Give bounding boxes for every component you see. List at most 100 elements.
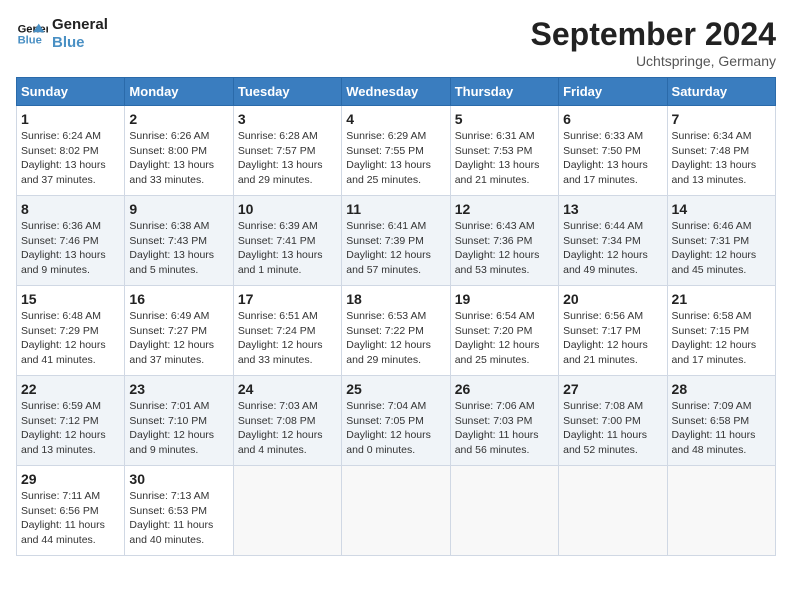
day-number: 14 [672,201,771,217]
day-cell [667,466,775,556]
logo-general: General [52,16,108,34]
header-row: SundayMondayTuesdayWednesdayThursdayFrid… [17,78,776,106]
day-info: Sunrise: 6:38 AMSunset: 7:43 PMDaylight:… [129,219,228,278]
day-number: 20 [563,291,662,307]
day-number: 10 [238,201,337,217]
day-number: 4 [346,111,445,127]
day-cell: 10 Sunrise: 6:39 AMSunset: 7:41 PMDaylig… [233,196,341,286]
day-info: Sunrise: 6:29 AMSunset: 7:55 PMDaylight:… [346,129,445,188]
day-cell: 24 Sunrise: 7:03 AMSunset: 7:08 PMDaylig… [233,376,341,466]
month-title: September 2024 [531,16,776,53]
day-info: Sunrise: 6:31 AMSunset: 7:53 PMDaylight:… [455,129,554,188]
day-info: Sunrise: 7:01 AMSunset: 7:10 PMDaylight:… [129,399,228,458]
day-info: Sunrise: 6:28 AMSunset: 7:57 PMDaylight:… [238,129,337,188]
day-info: Sunrise: 6:39 AMSunset: 7:41 PMDaylight:… [238,219,337,278]
day-number: 3 [238,111,337,127]
day-cell: 30 Sunrise: 7:13 AMSunset: 6:53 PMDaylig… [125,466,233,556]
day-cell: 11 Sunrise: 6:41 AMSunset: 7:39 PMDaylig… [342,196,450,286]
day-number: 16 [129,291,228,307]
day-cell: 9 Sunrise: 6:38 AMSunset: 7:43 PMDayligh… [125,196,233,286]
location: Uchtspringe, Germany [531,53,776,69]
svg-text:Blue: Blue [18,35,42,47]
day-info: Sunrise: 7:08 AMSunset: 7:00 PMDaylight:… [563,399,662,458]
day-info: Sunrise: 7:11 AMSunset: 6:56 PMDaylight:… [21,489,120,548]
day-info: Sunrise: 6:49 AMSunset: 7:27 PMDaylight:… [129,309,228,368]
day-number: 11 [346,201,445,217]
day-cell: 8 Sunrise: 6:36 AMSunset: 7:46 PMDayligh… [17,196,125,286]
day-number: 17 [238,291,337,307]
weekday-header-thursday: Thursday [450,78,558,106]
day-cell: 17 Sunrise: 6:51 AMSunset: 7:24 PMDaylig… [233,286,341,376]
day-number: 19 [455,291,554,307]
logo: General Blue General Blue [16,16,108,52]
calendar-table: SundayMondayTuesdayWednesdayThursdayFrid… [16,77,776,556]
day-cell: 23 Sunrise: 7:01 AMSunset: 7:10 PMDaylig… [125,376,233,466]
week-row-4: 22 Sunrise: 6:59 AMSunset: 7:12 PMDaylig… [17,376,776,466]
day-cell [233,466,341,556]
day-info: Sunrise: 6:26 AMSunset: 8:00 PMDaylight:… [129,129,228,188]
day-info: Sunrise: 6:33 AMSunset: 7:50 PMDaylight:… [563,129,662,188]
weekday-header-sunday: Sunday [17,78,125,106]
day-info: Sunrise: 6:58 AMSunset: 7:15 PMDaylight:… [672,309,771,368]
day-info: Sunrise: 7:09 AMSunset: 6:58 PMDaylight:… [672,399,771,458]
day-cell: 16 Sunrise: 6:49 AMSunset: 7:27 PMDaylig… [125,286,233,376]
day-info: Sunrise: 6:48 AMSunset: 7:29 PMDaylight:… [21,309,120,368]
weekday-header-saturday: Saturday [667,78,775,106]
day-info: Sunrise: 7:03 AMSunset: 7:08 PMDaylight:… [238,399,337,458]
week-row-1: 1 Sunrise: 6:24 AMSunset: 8:02 PMDayligh… [17,106,776,196]
week-row-5: 29 Sunrise: 7:11 AMSunset: 6:56 PMDaylig… [17,466,776,556]
day-cell: 1 Sunrise: 6:24 AMSunset: 8:02 PMDayligh… [17,106,125,196]
day-info: Sunrise: 6:59 AMSunset: 7:12 PMDaylight:… [21,399,120,458]
day-info: Sunrise: 6:34 AMSunset: 7:48 PMDaylight:… [672,129,771,188]
day-number: 13 [563,201,662,217]
day-info: Sunrise: 6:36 AMSunset: 7:46 PMDaylight:… [21,219,120,278]
day-info: Sunrise: 6:43 AMSunset: 7:36 PMDaylight:… [455,219,554,278]
week-row-2: 8 Sunrise: 6:36 AMSunset: 7:46 PMDayligh… [17,196,776,286]
day-cell [559,466,667,556]
weekday-header-wednesday: Wednesday [342,78,450,106]
logo-icon: General Blue [16,18,48,50]
day-number: 2 [129,111,228,127]
title-area: September 2024 Uchtspringe, Germany [531,16,776,69]
day-cell: 25 Sunrise: 7:04 AMSunset: 7:05 PMDaylig… [342,376,450,466]
day-cell: 27 Sunrise: 7:08 AMSunset: 7:00 PMDaylig… [559,376,667,466]
day-number: 7 [672,111,771,127]
day-cell: 18 Sunrise: 6:53 AMSunset: 7:22 PMDaylig… [342,286,450,376]
day-cell: 13 Sunrise: 6:44 AMSunset: 7:34 PMDaylig… [559,196,667,286]
weekday-header-friday: Friday [559,78,667,106]
day-number: 25 [346,381,445,397]
day-number: 5 [455,111,554,127]
day-cell: 26 Sunrise: 7:06 AMSunset: 7:03 PMDaylig… [450,376,558,466]
day-cell: 12 Sunrise: 6:43 AMSunset: 7:36 PMDaylig… [450,196,558,286]
day-number: 28 [672,381,771,397]
day-cell: 15 Sunrise: 6:48 AMSunset: 7:29 PMDaylig… [17,286,125,376]
day-number: 21 [672,291,771,307]
day-number: 9 [129,201,228,217]
day-cell: 20 Sunrise: 6:56 AMSunset: 7:17 PMDaylig… [559,286,667,376]
weekday-header-tuesday: Tuesday [233,78,341,106]
day-number: 30 [129,471,228,487]
day-info: Sunrise: 6:54 AMSunset: 7:20 PMDaylight:… [455,309,554,368]
day-cell: 14 Sunrise: 6:46 AMSunset: 7:31 PMDaylig… [667,196,775,286]
day-cell: 21 Sunrise: 6:58 AMSunset: 7:15 PMDaylig… [667,286,775,376]
week-row-3: 15 Sunrise: 6:48 AMSunset: 7:29 PMDaylig… [17,286,776,376]
day-number: 6 [563,111,662,127]
day-info: Sunrise: 7:04 AMSunset: 7:05 PMDaylight:… [346,399,445,458]
day-number: 8 [21,201,120,217]
day-cell: 6 Sunrise: 6:33 AMSunset: 7:50 PMDayligh… [559,106,667,196]
day-number: 18 [346,291,445,307]
day-number: 22 [21,381,120,397]
day-info: Sunrise: 6:51 AMSunset: 7:24 PMDaylight:… [238,309,337,368]
day-info: Sunrise: 7:13 AMSunset: 6:53 PMDaylight:… [129,489,228,548]
svg-text:General: General [18,23,48,35]
day-info: Sunrise: 6:24 AMSunset: 8:02 PMDaylight:… [21,129,120,188]
day-number: 12 [455,201,554,217]
day-number: 1 [21,111,120,127]
day-cell: 19 Sunrise: 6:54 AMSunset: 7:20 PMDaylig… [450,286,558,376]
day-cell [342,466,450,556]
day-number: 27 [563,381,662,397]
day-cell: 7 Sunrise: 6:34 AMSunset: 7:48 PMDayligh… [667,106,775,196]
day-cell: 28 Sunrise: 7:09 AMSunset: 6:58 PMDaylig… [667,376,775,466]
day-cell: 29 Sunrise: 7:11 AMSunset: 6:56 PMDaylig… [17,466,125,556]
logo-blue: Blue [52,34,108,52]
